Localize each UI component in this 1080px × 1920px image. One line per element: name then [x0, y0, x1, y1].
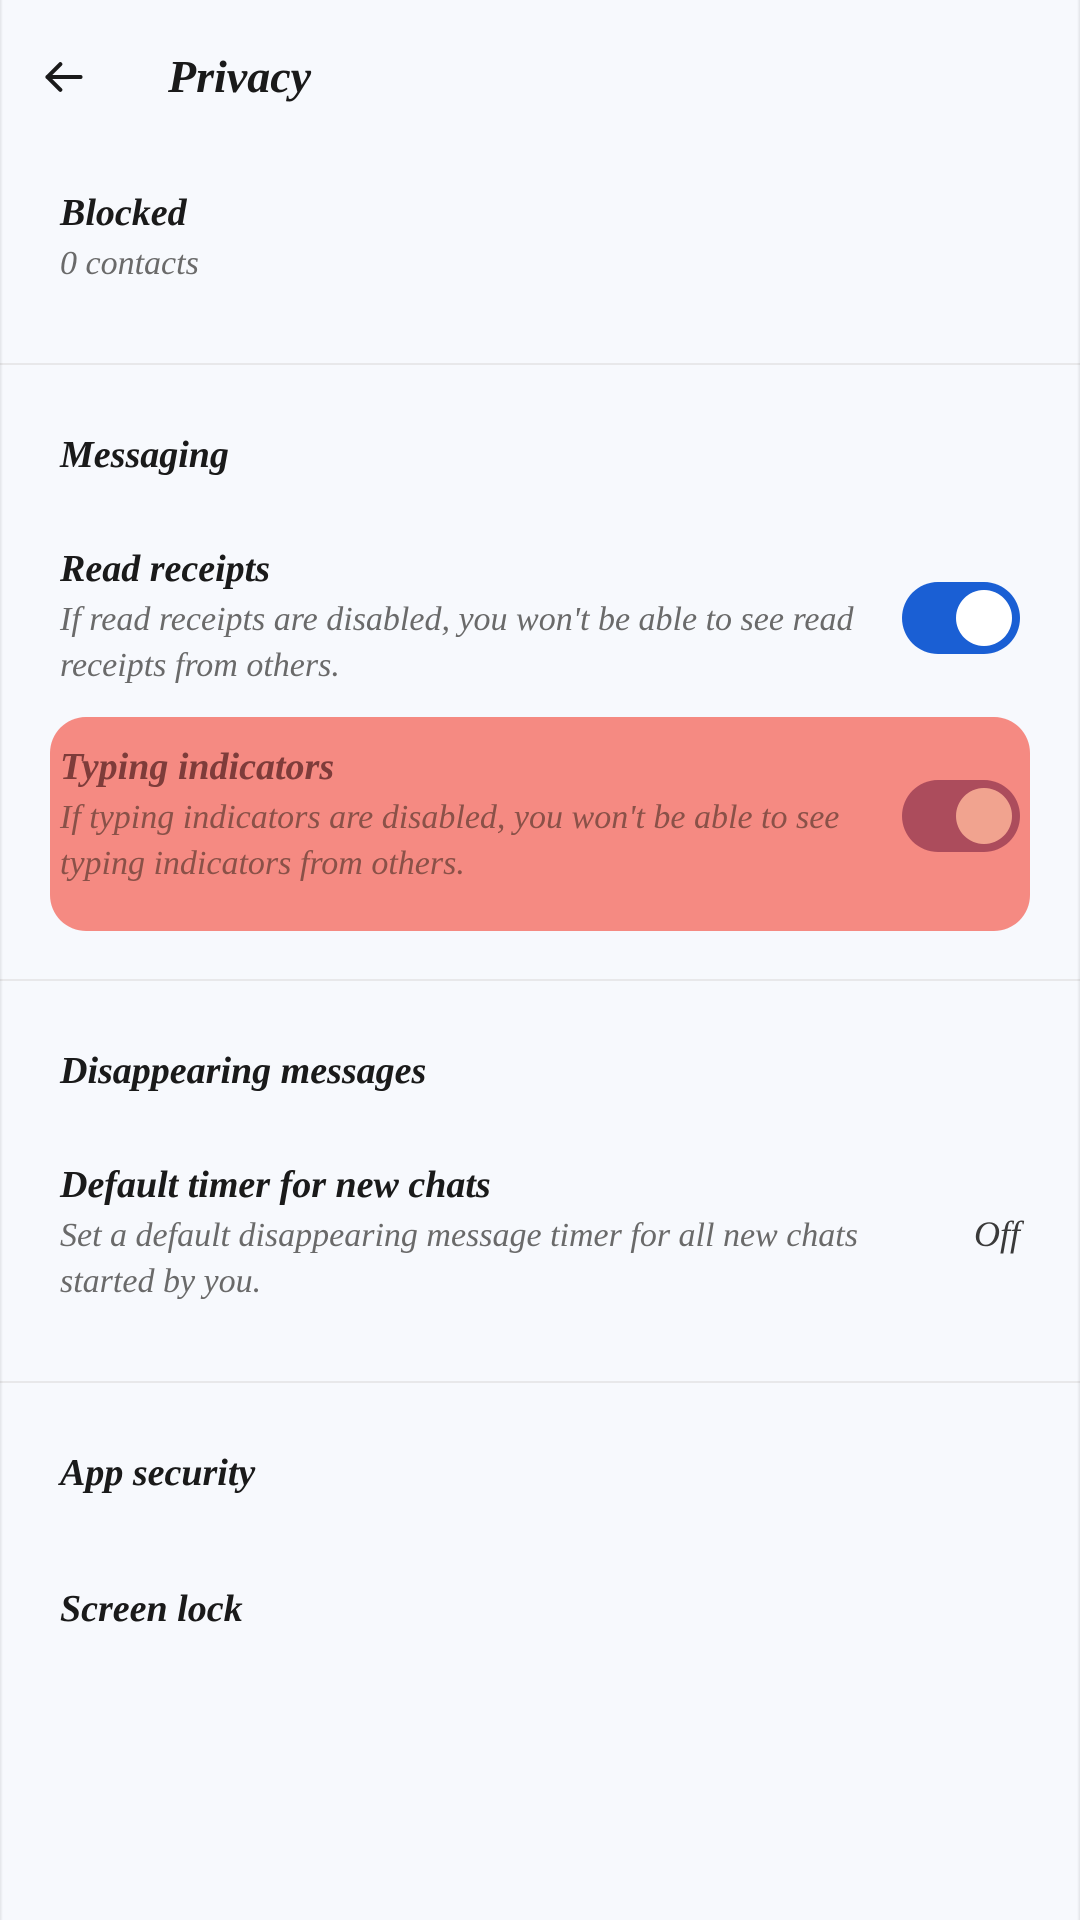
- typing-indicators-highlighted: Typing indicators If typing indicators a…: [50, 717, 1030, 932]
- app-security-section-header: App security: [0, 1431, 1080, 1537]
- back-button[interactable]: [40, 53, 88, 101]
- typing-indicators-row[interactable]: Typing indicators If typing indicators a…: [60, 745, 1020, 887]
- disappearing-section-header: Disappearing messages: [0, 1029, 1080, 1135]
- default-timer-title: Default timer for new chats: [60, 1163, 934, 1207]
- toggle-knob: [956, 590, 1012, 646]
- blocked-subtitle: 0 contacts: [60, 241, 1020, 287]
- toggle-knob: [956, 788, 1012, 844]
- read-receipts-title: Read receipts: [60, 547, 862, 591]
- messaging-section-header: Messaging: [0, 413, 1080, 519]
- typing-indicators-title: Typing indicators: [60, 745, 862, 789]
- read-receipts-row[interactable]: Read receipts If read receipts are disab…: [0, 519, 1080, 717]
- default-timer-desc: Set a default disappearing message timer…: [60, 1213, 934, 1305]
- screen-lock-row[interactable]: Screen lock: [0, 1537, 1080, 1637]
- page-title: Privacy: [168, 50, 311, 103]
- blocked-title: Blocked: [60, 191, 1020, 235]
- blocked-row[interactable]: Blocked 0 contacts: [0, 143, 1080, 363]
- screen-lock-title: Screen lock: [60, 1587, 243, 1631]
- arrow-left-icon: [42, 55, 86, 99]
- header: Privacy: [0, 0, 1080, 143]
- disappearing-section-title: Disappearing messages: [60, 1049, 1020, 1093]
- read-receipts-desc: If read receipts are disabled, you won't…: [60, 597, 862, 689]
- app-security-section-title: App security: [60, 1451, 1020, 1495]
- typing-indicators-desc: If typing indicators are disabled, you w…: [60, 795, 862, 887]
- read-receipts-toggle[interactable]: [902, 582, 1020, 654]
- messaging-section-title: Messaging: [60, 433, 1020, 477]
- default-timer-value: Off: [974, 1213, 1020, 1255]
- typing-indicators-toggle[interactable]: [902, 780, 1020, 852]
- default-timer-row[interactable]: Default timer for new chats Set a defaul…: [0, 1135, 1080, 1333]
